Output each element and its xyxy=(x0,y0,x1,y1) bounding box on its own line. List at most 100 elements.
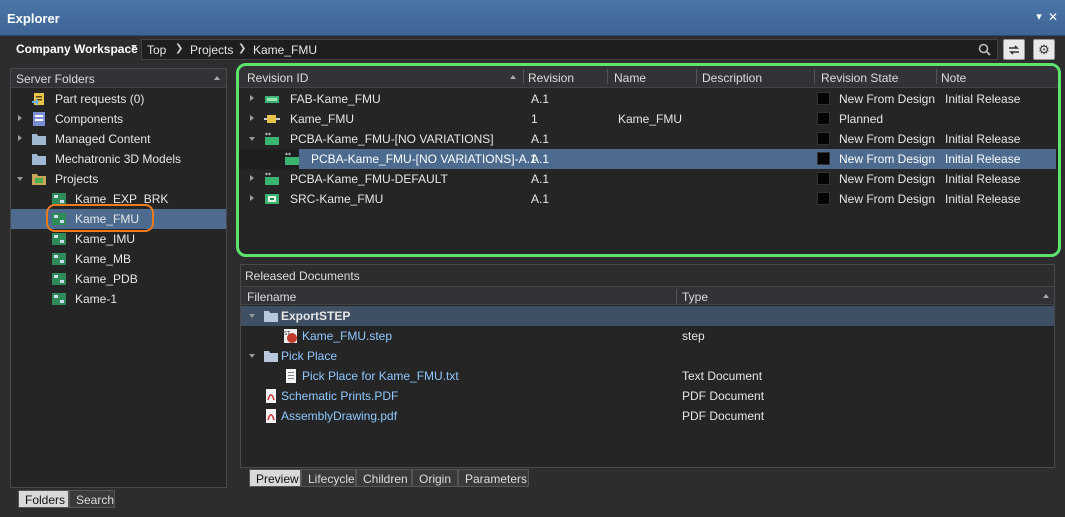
navigation-bar: Company Workspace Top ❯ Projects ❯ Kame_… xyxy=(0,36,1065,64)
list-item-folder[interactable]: Pick Place xyxy=(241,346,1054,366)
column-name[interactable]: Name xyxy=(614,71,646,85)
state-color-swatch xyxy=(817,112,830,125)
expand-arrow-icon[interactable] xyxy=(250,195,254,201)
sidebar-item-kame-pdb[interactable]: Kame_PDB xyxy=(11,269,226,289)
folder-icon xyxy=(264,351,278,362)
list-item-file[interactable]: ST Kame_FMU.step step xyxy=(241,326,1054,346)
collapse-arrow-icon[interactable] xyxy=(249,314,255,318)
breadcrumb-kame-fmu[interactable]: Kame_FMU xyxy=(253,43,317,57)
filename[interactable]: Kame_FMU.step xyxy=(302,329,392,343)
column-divider[interactable] xyxy=(936,69,937,84)
tab-parameters[interactable]: Parameters xyxy=(458,469,529,487)
expand-arrow-icon[interactable] xyxy=(18,115,22,121)
sidebar-item-managed-content[interactable]: Managed Content xyxy=(11,129,226,149)
refresh-button[interactable] xyxy=(1003,39,1025,60)
revisions-header: Revision ID Revision Name Description Re… xyxy=(239,66,1058,88)
sidebar-item-part-requests[interactable]: Part requests (0) xyxy=(11,89,226,109)
sidebar-item-label: Managed Content xyxy=(55,132,151,146)
column-revision-state[interactable]: Revision State xyxy=(821,71,898,85)
expand-arrow-icon[interactable] xyxy=(18,135,22,141)
breadcrumb: Top ❯ Projects ❯ Kame_FMU xyxy=(141,39,998,60)
table-row-selected[interactable]: ** PCBA-Kame_FMU-[NO VARIATIONS]-A.1 A.1… xyxy=(239,149,1058,169)
sort-ascending-icon xyxy=(1043,294,1049,298)
revision: A.1 xyxy=(531,192,550,206)
column-description[interactable]: Description xyxy=(702,71,762,85)
settings-button[interactable]: ⚙ xyxy=(1033,39,1055,60)
name: Kame_FMU xyxy=(618,112,683,126)
list-item-file[interactable]: Schematic Prints.PDF PDF Document xyxy=(241,386,1054,406)
collapse-arrow-icon[interactable] xyxy=(249,137,255,141)
table-row[interactable]: SRC-Kame_FMU A.1 New From Design Initial… xyxy=(239,189,1058,209)
table-row[interactable]: FAB-Kame_FMU A.1 New From Design Initial… xyxy=(239,89,1058,109)
revision-id: PCBA-Kame_FMU-DEFAULT xyxy=(290,172,448,186)
column-note[interactable]: Note xyxy=(941,71,966,85)
column-filename[interactable]: Filename xyxy=(247,290,296,304)
revision-state: New From Design xyxy=(839,92,936,106)
table-row[interactable]: ** PCBA-Kame_FMU-[NO VARIATIONS] A.1 New… xyxy=(239,129,1058,149)
filename[interactable]: Schematic Prints.PDF xyxy=(281,389,398,403)
breadcrumb-projects[interactable]: Projects xyxy=(190,43,233,57)
sidebar-item-kame-imu[interactable]: Kame_IMU xyxy=(11,229,226,249)
expand-arrow-icon[interactable] xyxy=(250,115,254,121)
sidebar-item-components[interactable]: Components xyxy=(11,109,226,129)
expand-arrow-icon[interactable] xyxy=(250,95,254,101)
refresh-icon xyxy=(1009,45,1019,55)
table-row[interactable]: ** PCBA-Kame_FMU-DEFAULT A.1 New From De… xyxy=(239,169,1058,189)
list-item-file[interactable]: AssemblyDrawing.pdf PDF Document xyxy=(241,406,1054,426)
filename[interactable]: Pick Place for Kame_FMU.txt xyxy=(302,369,459,383)
breadcrumb-separator-icon: ❯ xyxy=(238,43,247,54)
collapse-arrow-icon[interactable] xyxy=(249,354,255,358)
tab-lifecycle[interactable]: Lifecycle xyxy=(301,469,356,487)
tab-preview[interactable]: Preview xyxy=(249,469,301,487)
projects-icon xyxy=(32,174,46,185)
table-row[interactable]: Kame_FMU 1 Kame_FMU Planned xyxy=(239,109,1058,129)
chevron-down-icon[interactable] xyxy=(131,45,137,49)
source-icon xyxy=(265,194,279,204)
tab-search[interactable]: Search xyxy=(69,490,115,508)
server-folders-title: Server Folders xyxy=(16,72,95,86)
note: Initial Release xyxy=(945,172,1021,186)
breadcrumb-top[interactable]: Top xyxy=(147,43,166,57)
column-divider[interactable] xyxy=(607,69,608,84)
tab-origin[interactable]: Origin xyxy=(412,469,458,487)
revision-state: Planned xyxy=(839,112,884,126)
gear-icon: ⚙ xyxy=(1038,42,1050,57)
search-icon[interactable] xyxy=(978,43,991,56)
column-revision[interactable]: Revision xyxy=(528,71,574,85)
revision-id: PCBA-Kame_FMU-[NO VARIATIONS] xyxy=(290,132,494,146)
tab-children[interactable]: Children xyxy=(356,469,412,487)
expand-arrow-icon[interactable] xyxy=(250,175,254,181)
sidebar-item-projects[interactable]: Projects xyxy=(11,169,226,189)
collapse-arrow-icon[interactable] xyxy=(17,177,23,181)
column-divider[interactable] xyxy=(676,289,677,304)
column-revision-id[interactable]: Revision ID xyxy=(247,71,308,85)
folder-icon xyxy=(264,311,278,322)
svg-text:**: ** xyxy=(285,152,291,159)
column-divider[interactable] xyxy=(814,69,815,84)
documents-header: Filename Type xyxy=(241,286,1054,305)
dropdown-icon[interactable]: ▾ xyxy=(1032,10,1046,24)
filename[interactable]: Pick Place xyxy=(281,349,337,363)
part-requests-icon xyxy=(32,93,44,106)
server-folders-header[interactable]: Server Folders xyxy=(11,69,226,88)
revision-state: New From Design xyxy=(839,152,936,166)
column-type[interactable]: Type xyxy=(682,290,708,304)
list-item-file[interactable]: Pick Place for Kame_FMU.txt Text Documen… xyxy=(241,366,1054,386)
list-item-folder[interactable]: ExportSTEP xyxy=(241,306,1054,326)
revision: A.1 xyxy=(531,92,550,106)
folder-icon xyxy=(32,134,46,145)
workspace-selector[interactable]: Company Workspace xyxy=(16,42,138,56)
sort-ascending-icon xyxy=(510,75,516,79)
file-type: Text Document xyxy=(682,369,763,383)
sidebar-item-kame-1[interactable]: Kame-1 xyxy=(11,289,226,309)
column-divider[interactable] xyxy=(523,69,524,84)
sort-ascending-icon xyxy=(214,76,220,80)
sidebar-item-kame-mb[interactable]: Kame_MB xyxy=(11,249,226,269)
close-icon[interactable]: ✕ xyxy=(1046,10,1060,24)
filename[interactable]: AssemblyDrawing.pdf xyxy=(281,409,397,423)
sidebar-item-mechatronic-3d-models[interactable]: Mechatronic 3D Models xyxy=(11,149,226,169)
column-divider[interactable] xyxy=(696,69,697,84)
revision-id: FAB-Kame_FMU xyxy=(290,92,381,106)
tab-folders[interactable]: Folders xyxy=(18,490,69,508)
note: Initial Release xyxy=(945,192,1021,206)
